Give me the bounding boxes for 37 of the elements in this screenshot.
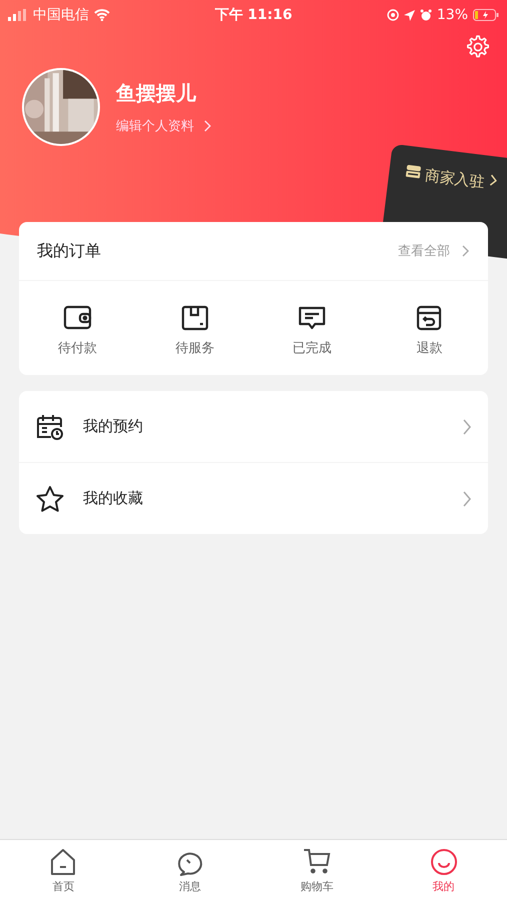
box-icon (180, 305, 210, 331)
clock-time: 下午 11:16 (214, 6, 292, 24)
battery-percent: 13% (436, 7, 468, 23)
star-icon (35, 484, 65, 512)
menu-item[interactable]: 我的预约 (19, 391, 488, 463)
chevron-right-icon (462, 418, 472, 434)
chevron-right-icon (462, 490, 472, 506)
store-icon (404, 164, 422, 180)
cart-icon (302, 846, 332, 876)
tab-bar-item[interactable]: 我的 (404, 846, 484, 894)
signal-icon (8, 9, 28, 21)
rotation-lock-icon (386, 9, 399, 21)
menu-item-label: 我的收藏 (83, 489, 144, 508)
orders-title: 我的订单 (37, 240, 101, 262)
menu-item-label: 我的预约 (83, 417, 144, 436)
smile-icon (428, 846, 459, 876)
chevron-right-icon (202, 120, 212, 132)
settings-icon[interactable] (465, 34, 491, 60)
wifi-icon (94, 9, 110, 21)
tab-bar-item[interactable]: 消息 (150, 846, 230, 894)
carrier-name: 中国电信 (33, 6, 89, 24)
user-name: 鱼摆摆儿 (116, 80, 198, 106)
tab-bar-item[interactable]: 购物车 (276, 846, 357, 894)
chevron-right-icon (488, 174, 498, 187)
tab-bar-item[interactable]: 首页 (23, 846, 104, 894)
order-status-button[interactable]: 退款 (389, 305, 470, 357)
wallet-icon (62, 305, 93, 331)
message-icon (297, 305, 328, 331)
alarm-icon (420, 9, 432, 21)
order-status-button[interactable]: 待服务 (154, 305, 235, 357)
location-icon (404, 10, 415, 20)
menu-item[interactable]: 我的收藏 (19, 463, 488, 534)
battery-icon (473, 9, 499, 21)
chevron-right-icon (460, 245, 470, 257)
calendar-icon (35, 412, 65, 440)
order-status-button[interactable]: 已完成 (272, 305, 352, 357)
order-status-button[interactable]: 待付款 (38, 305, 118, 357)
